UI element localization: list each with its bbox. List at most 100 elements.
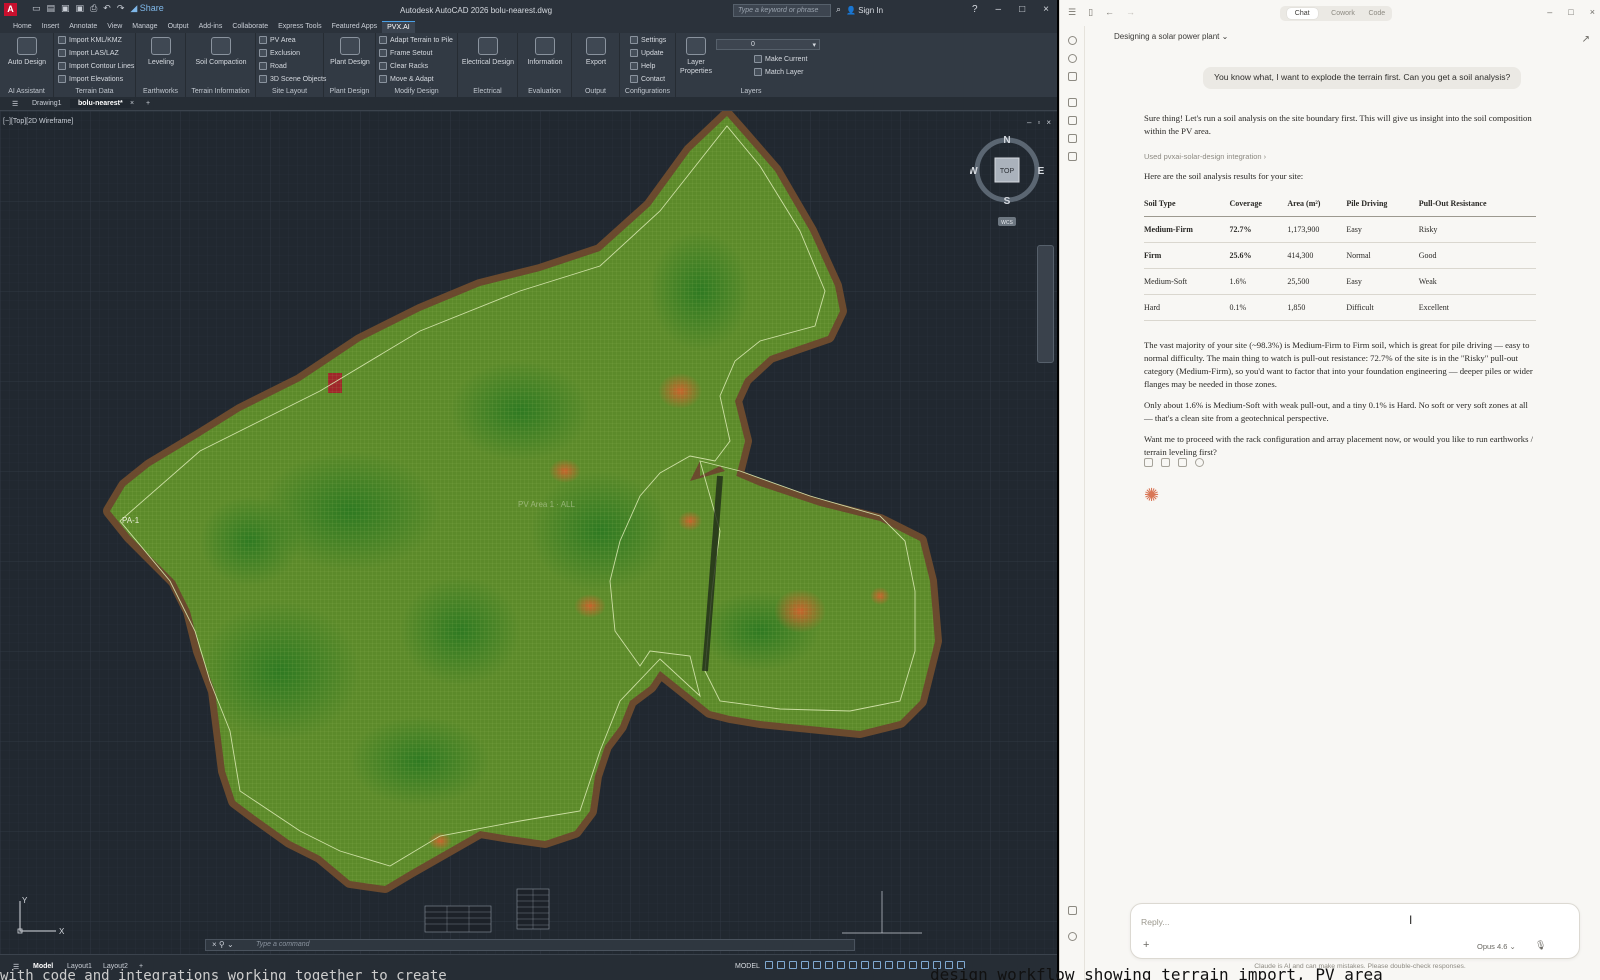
thumbs-down-icon[interactable]	[1178, 458, 1187, 467]
thumbs-up-icon[interactable]	[1161, 458, 1170, 467]
maximize-icon[interactable]: □	[1019, 4, 1025, 15]
compass-west[interactable]: W	[968, 166, 978, 177]
make-current-button[interactable]: Make Current	[754, 55, 807, 63]
road-button[interactable]: Road	[259, 62, 287, 70]
reply-input[interactable]	[1141, 913, 1561, 931]
minimize-icon[interactable]: –	[1547, 7, 1552, 17]
projects-icon[interactable]	[1068, 72, 1077, 81]
compass-north[interactable]: N	[1003, 135, 1010, 146]
tab-insert[interactable]: Insert	[37, 21, 65, 33]
otrack-icon[interactable]	[825, 961, 833, 969]
tool-use-disclosure[interactable]: Used pvxai-solar-design integration ›	[1144, 150, 1536, 163]
import-las-button[interactable]: Import LAS/LAZ	[58, 49, 119, 57]
viewport-label[interactable]: [−][Top][2D Wireframe]	[3, 118, 73, 125]
maximize-icon[interactable]: □	[1568, 7, 1573, 17]
electrical-design-button[interactable]: Electrical Design	[458, 33, 518, 67]
export-button[interactable]: Export	[572, 33, 620, 67]
layer-dropdown[interactable]: 0 ▾	[716, 39, 820, 50]
close-icon[interactable]: ×	[1043, 4, 1049, 15]
tab-view[interactable]: View	[102, 21, 127, 33]
help-button[interactable]: Help	[630, 62, 655, 70]
microphone-icon[interactable]: 🎙	[1535, 940, 1546, 951]
tab-add-ins[interactable]: Add-ins	[194, 21, 228, 33]
gear-icon[interactable]	[897, 961, 905, 969]
forward-icon[interactable]: →	[1126, 7, 1135, 18]
restore-icon[interactable]: ▫	[1037, 118, 1040, 127]
tab-manage[interactable]: Manage	[127, 21, 162, 33]
transparency-icon[interactable]	[849, 961, 857, 969]
scene-objects-button[interactable]: 3D Scene Objects	[259, 75, 326, 83]
match-layer-button[interactable]: Match Layer	[754, 68, 804, 76]
drawing-canvas[interactable]: PA-1 PV Area 1 · ALL	[0, 109, 1057, 954]
code-icon[interactable]	[1068, 134, 1077, 143]
tab-home[interactable]: Home	[8, 21, 37, 33]
compass-east[interactable]: E	[1038, 166, 1045, 177]
new-icon[interactable]: ▭	[32, 3, 41, 14]
menu-icon[interactable]: ☰	[1068, 7, 1076, 18]
tab-annotate[interactable]: Annotate	[64, 21, 102, 33]
snap-icon[interactable]	[777, 961, 785, 969]
close-icon[interactable]: ×	[1046, 118, 1051, 127]
legend-table[interactable]	[424, 905, 492, 933]
move-adapt-button[interactable]: Move & Adapt	[379, 75, 434, 83]
workspace-icon[interactable]	[885, 961, 893, 969]
information-button[interactable]: Information	[518, 33, 572, 67]
apps-icon[interactable]	[1068, 152, 1077, 161]
auto-design-button[interactable]: Auto Design	[0, 33, 54, 67]
import-contour-button[interactable]: Import Contour Lines	[58, 62, 134, 70]
avatar[interactable]	[1068, 932, 1077, 941]
retry-icon[interactable]	[1195, 458, 1204, 467]
download-icon[interactable]	[1068, 906, 1077, 915]
panel-label[interactable]: Layers	[676, 88, 826, 95]
close-icon[interactable]: ×	[1590, 7, 1595, 17]
minimize-icon[interactable]: –	[1027, 118, 1031, 127]
chats-icon[interactable]	[1068, 98, 1077, 107]
share-icon[interactable]: ↗	[1582, 34, 1590, 45]
tab-drawing1[interactable]: Drawing1	[24, 99, 70, 108]
autocad-logo[interactable]: A	[4, 3, 17, 16]
undo-icon[interactable]: ↶	[103, 3, 111, 14]
leveling-button[interactable]: Leveling	[136, 33, 186, 67]
saveas-icon[interactable]: ▣	[76, 3, 85, 14]
tab-chat[interactable]: Chat	[1286, 8, 1318, 19]
tab-express-tools[interactable]: Express Tools	[273, 21, 326, 33]
layer-properties-button[interactable]: Layer Properties	[678, 33, 714, 76]
lineweight-icon[interactable]	[837, 961, 845, 969]
menu-icon[interactable]: ☰	[4, 99, 26, 109]
soil-compaction-button[interactable]: Soil Compaction	[186, 33, 256, 67]
scale-icon[interactable]	[873, 961, 881, 969]
viewcube[interactable]: TOP N S E W WCS	[968, 133, 1045, 233]
adapt-terrain-button[interactable]: Adapt Terrain to Pile	[379, 36, 453, 44]
isolate-icon[interactable]	[921, 961, 929, 969]
open-icon[interactable]: ▤	[47, 3, 56, 14]
copy-icon[interactable]	[1144, 458, 1153, 467]
redo-icon[interactable]: ↷	[117, 3, 125, 14]
new-chat-icon[interactable]	[1068, 36, 1077, 45]
minimize-icon[interactable]: –	[996, 4, 1002, 15]
tab-collaborate[interactable]: Collaborate	[227, 21, 273, 33]
pv-area-button[interactable]: PV Area	[259, 36, 296, 44]
close-icon[interactable]: × ⚲ ⌄	[212, 940, 234, 949]
share-button[interactable]: ◢ Share	[130, 3, 163, 14]
exclusion-button[interactable]: Exclusion	[259, 49, 300, 57]
new-tab-icon[interactable]: +	[138, 99, 158, 108]
navigation-bar[interactable]	[1037, 245, 1054, 363]
plant-design-button[interactable]: Plant Design	[324, 33, 376, 67]
command-line[interactable]: × ⚲ ⌄ Type a command	[205, 939, 855, 951]
tab-cowork[interactable]: Cowork	[1331, 10, 1355, 17]
back-icon[interactable]: ←	[1105, 7, 1114, 18]
import-elevations-button[interactable]: Import Elevations	[58, 75, 123, 83]
annotation-icon[interactable]	[861, 961, 869, 969]
add-attachment-icon[interactable]: +	[1143, 939, 1149, 951]
command-input[interactable]: Type a command	[256, 941, 310, 948]
artifacts-icon[interactable]	[1068, 116, 1077, 125]
plus-icon[interactable]	[909, 961, 917, 969]
import-kml-button[interactable]: Import KML/KMZ	[58, 36, 122, 44]
tab-output[interactable]: Output	[163, 21, 194, 33]
tab-pvxai[interactable]: PVX.AI	[382, 21, 415, 33]
update-button[interactable]: Update	[630, 49, 664, 57]
frame-setout-button[interactable]: Frame Setout	[379, 49, 432, 57]
contact-button[interactable]: Contact	[630, 75, 665, 83]
tab-featured-apps[interactable]: Featured Apps	[327, 21, 383, 33]
help-icon[interactable]: ?	[972, 4, 978, 15]
